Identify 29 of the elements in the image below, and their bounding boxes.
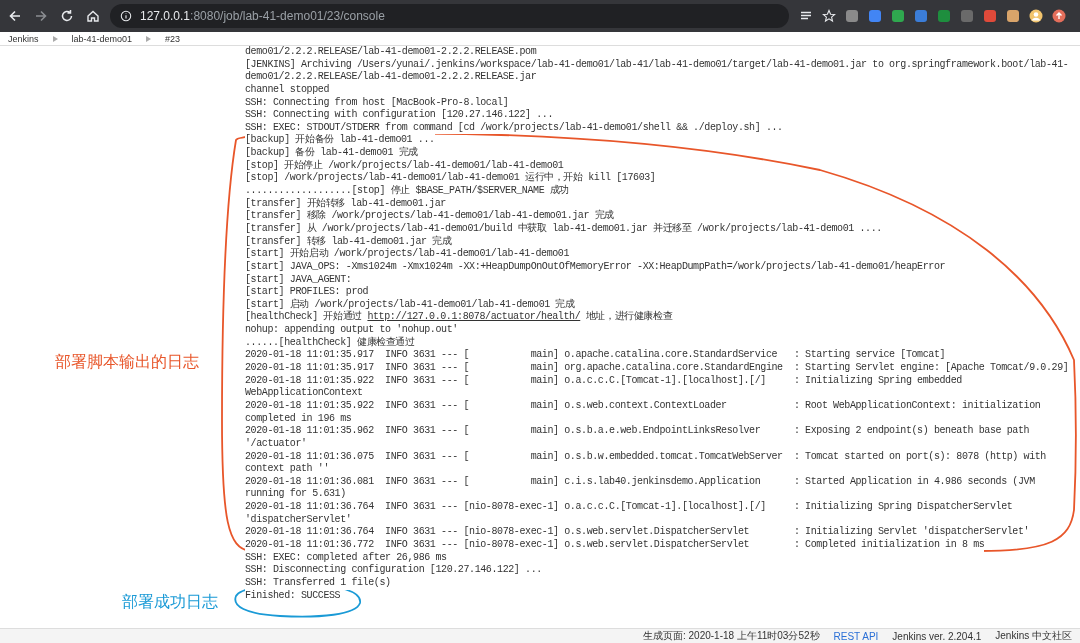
avatar-icon[interactable] xyxy=(1029,9,1043,23)
breadcrumb-link[interactable]: Jenkins xyxy=(8,33,39,44)
update-icon[interactable] xyxy=(1052,9,1066,23)
url-text: 127.0.0.1:8080/job/lab-41-demo01/23/console xyxy=(140,9,385,23)
log-link[interactable]: http://127.0.0.1:8078/actuator/health/ xyxy=(367,311,581,323)
home-icon[interactable] xyxy=(86,9,100,23)
forward-icon[interactable] xyxy=(34,9,48,23)
extension-icon[interactable] xyxy=(845,9,859,23)
star-icon[interactable] xyxy=(822,9,836,23)
address-bar[interactable]: 127.0.0.1:8080/job/lab-41-demo01/23/console xyxy=(110,4,789,28)
info-icon xyxy=(120,10,132,22)
extension-icon[interactable] xyxy=(1006,9,1020,23)
breadcrumb-link[interactable]: lab-41-demo01 xyxy=(71,33,133,44)
extension-icon[interactable] xyxy=(868,9,882,23)
reload-icon[interactable] xyxy=(60,9,74,23)
extension-icon[interactable] xyxy=(937,9,951,23)
breadcrumb-link[interactable]: #23 xyxy=(165,33,181,44)
chevron-icon xyxy=(146,35,152,42)
chevron-icon xyxy=(52,35,58,42)
extension-icon[interactable] xyxy=(914,9,928,23)
annotation-label: 部署成功日志 xyxy=(122,592,218,612)
annotation-label: 部署脚本输出的日志 xyxy=(55,352,199,372)
footer-link[interactable]: Jenkins 中文社区 xyxy=(995,629,1072,643)
extension-icon[interactable] xyxy=(983,9,997,23)
footer-link[interactable]: REST API xyxy=(833,630,879,642)
footer-link[interactable]: Jenkins ver. 2.204.1 xyxy=(892,630,982,642)
generated-time: 生成页面: 2020-1-18 上午11时03分52秒 xyxy=(642,629,820,643)
extension-icon[interactable] xyxy=(891,9,905,23)
back-icon[interactable] xyxy=(8,9,22,23)
